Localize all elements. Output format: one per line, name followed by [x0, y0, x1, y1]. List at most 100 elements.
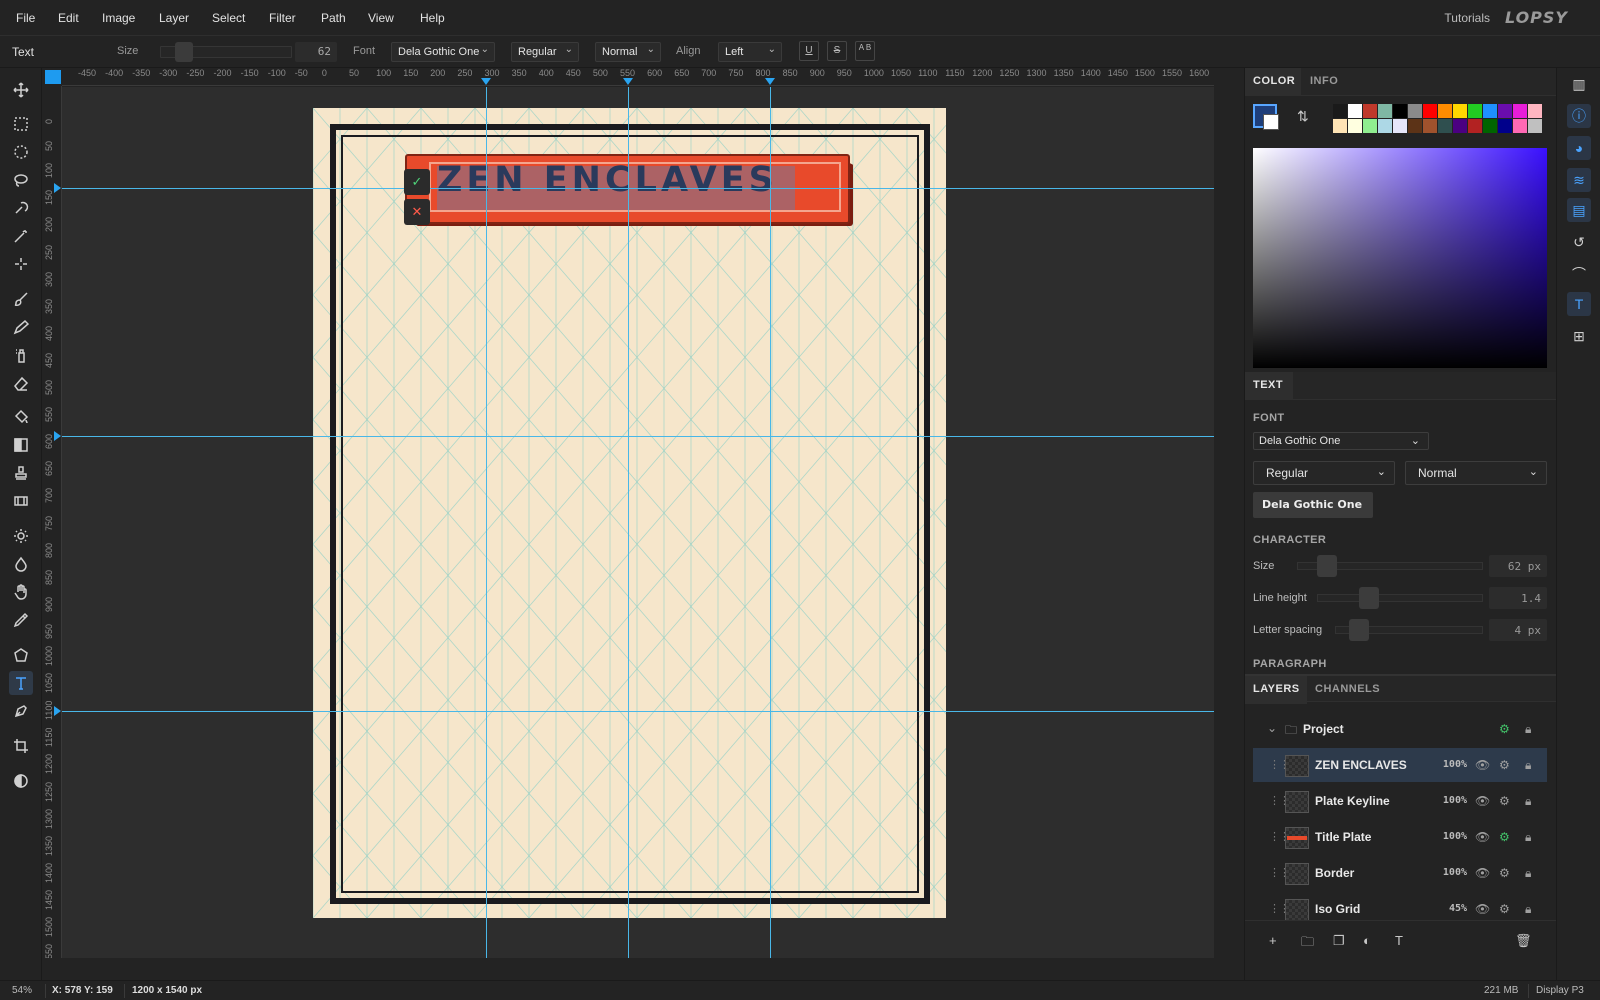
gradient-tool[interactable]: [9, 433, 33, 457]
menu-help[interactable]: Help: [420, 11, 445, 25]
tab-channels[interactable]: CHANNELS: [1315, 683, 1380, 695]
color-swatch[interactable]: [1498, 119, 1512, 133]
commit-text-button[interactable]: ✓: [404, 169, 430, 195]
text-tool[interactable]: [9, 671, 33, 695]
artboard[interactable]: ZEN ENCLAVES: [313, 108, 946, 918]
color-swatch[interactable]: [1528, 119, 1542, 133]
brush-tool[interactable]: [9, 287, 33, 311]
dodge-tool[interactable]: [9, 524, 33, 548]
lock-icon[interactable]: 🔒︎: [1525, 902, 1531, 917]
color-swatch[interactable]: [1483, 104, 1497, 118]
move-tool[interactable]: [9, 78, 33, 102]
strikethrough-button[interactable]: S: [827, 41, 847, 61]
zoom-level[interactable]: 54%: [12, 985, 32, 996]
effects-icon[interactable]: ⚙: [1499, 722, 1510, 736]
line-height-slider[interactable]: [1317, 594, 1483, 602]
panel-size-thumb[interactable]: [1317, 555, 1337, 577]
layers-icon[interactable]: ≋: [1567, 168, 1591, 192]
paths-icon[interactable]: ⌒: [1567, 262, 1591, 286]
color-swatch[interactable]: [1378, 119, 1392, 133]
color-swatch[interactable]: [1438, 119, 1452, 133]
line-height-thumb[interactable]: [1359, 587, 1379, 609]
weight-select[interactable]: Regular ⌄: [511, 42, 579, 62]
letter-spacing-thumb[interactable]: [1349, 619, 1369, 641]
layer-opacity[interactable]: 100%: [1427, 867, 1467, 878]
eye-icon[interactable]: 👁︎: [1475, 794, 1490, 808]
panel-size-input[interactable]: 62 px: [1489, 555, 1547, 577]
guide-horizontal[interactable]: [62, 188, 1214, 189]
shape-tool[interactable]: [9, 643, 33, 667]
effects-icon[interactable]: ⚙: [1499, 794, 1510, 808]
new-group-icon[interactable]: 🗀: [1301, 933, 1314, 955]
fill-tool[interactable]: [9, 405, 33, 429]
palette-icon[interactable]: ◕: [1567, 136, 1591, 160]
trash-icon[interactable]: 🗑︎: [1515, 933, 1532, 949]
color-swatch[interactable]: [1453, 119, 1467, 133]
channels-icon[interactable]: ▤: [1567, 198, 1591, 222]
image-add-icon[interactable]: ⊞: [1567, 324, 1591, 348]
eye-icon[interactable]: 👁︎: [1475, 830, 1490, 844]
lock-icon[interactable]: 🔒︎: [1525, 794, 1531, 809]
tab-color[interactable]: COLOR: [1253, 75, 1295, 87]
menu-image[interactable]: Image: [102, 11, 135, 25]
duplicate-icon[interactable]: ❐: [1333, 933, 1345, 949]
tab-layers[interactable]: LAYERS: [1253, 683, 1300, 695]
tutorials-link[interactable]: Tutorials: [1444, 11, 1490, 25]
size-input[interactable]: 62: [295, 42, 337, 62]
guide-marker-icon[interactable]: [481, 78, 491, 85]
eraser-tool[interactable]: [9, 371, 33, 395]
effects-icon[interactable]: ⚙: [1499, 902, 1510, 916]
color-swatch[interactable]: [1453, 104, 1467, 118]
tab-text[interactable]: TEXT: [1253, 379, 1283, 391]
effects-icon[interactable]: ⚙: [1499, 758, 1510, 772]
quick-select-tool[interactable]: [9, 196, 33, 220]
color-swatch[interactable]: [1408, 119, 1422, 133]
guide-vertical[interactable]: [486, 87, 487, 958]
menu-view[interactable]: View: [368, 11, 394, 25]
lock-icon[interactable]: 🔒︎: [1525, 758, 1531, 773]
color-swatch[interactable]: [1498, 104, 1512, 118]
pen-tool[interactable]: [9, 699, 33, 723]
color-swatch[interactable]: [1348, 104, 1362, 118]
info-icon[interactable]: ⓘ: [1567, 104, 1591, 128]
layer-row[interactable]: ⋮⋮ Title Plate 100% 👁︎ ⚙ 🔒︎: [1253, 820, 1547, 854]
menu-select[interactable]: Select: [212, 11, 245, 25]
color-swatch[interactable]: [1348, 119, 1362, 133]
object-select-tool[interactable]: [9, 252, 33, 276]
guide-vertical[interactable]: [770, 87, 771, 958]
layer-row[interactable]: ⋮⋮ Plate Keyline 100% 👁︎ ⚙ 🔒︎: [1253, 784, 1547, 818]
color-swatch[interactable]: [1468, 119, 1482, 133]
menu-filter[interactable]: Filter: [269, 11, 296, 25]
chevron-down-icon[interactable]: ⌄: [1267, 721, 1277, 735]
mask-icon[interactable]: ◐: [1363, 933, 1371, 948]
font-select[interactable]: Dela Gothic One ⌄: [391, 42, 495, 62]
smudge-tool[interactable]: [9, 552, 33, 576]
map-icon[interactable]: ▥: [1567, 72, 1591, 96]
menu-file[interactable]: File: [16, 11, 35, 25]
text-case-button[interactable]: A B: [855, 41, 875, 61]
guide-marker-icon[interactable]: [765, 78, 775, 85]
spray-tool[interactable]: [9, 343, 33, 367]
stamp-tool[interactable]: [9, 461, 33, 485]
effects-icon[interactable]: ⚙: [1499, 830, 1510, 844]
size-slider-thumb[interactable]: [175, 42, 193, 62]
tab-info[interactable]: INFO: [1310, 75, 1338, 87]
swap-colors-icon[interactable]: ⇅: [1297, 108, 1309, 125]
lasso-tool[interactable]: [9, 168, 33, 192]
lock-icon[interactable]: 🔒︎: [1525, 866, 1531, 881]
eyedropper-tool[interactable]: [9, 608, 33, 632]
letter-spacing-input[interactable]: 4 px: [1489, 619, 1547, 641]
layer-opacity[interactable]: 100%: [1427, 831, 1467, 842]
guide-marker-icon[interactable]: [54, 431, 61, 441]
crop-tool[interactable]: [9, 734, 33, 758]
guide-marker-icon[interactable]: [54, 706, 61, 716]
color-swatch[interactable]: [1483, 119, 1497, 133]
horizontal-ruler[interactable]: -450 -400 -350 -300 -250 -200 -150 -100 -50 0 50 10…: [62, 68, 1214, 86]
eye-icon[interactable]: 👁︎: [1475, 902, 1490, 916]
rect-select-tool[interactable]: [9, 112, 33, 136]
text-panel-icon[interactable]: T: [1567, 292, 1591, 316]
panel-font-select[interactable]: Dela Gothic One ⌄: [1253, 432, 1429, 450]
lock-icon[interactable]: 🔒︎: [1525, 722, 1531, 737]
font-preview[interactable]: Dela Gothic One: [1253, 492, 1373, 518]
layer-row[interactable]: ⋮⋮ Border 100% 👁︎ ⚙ 🔒︎: [1253, 856, 1547, 890]
